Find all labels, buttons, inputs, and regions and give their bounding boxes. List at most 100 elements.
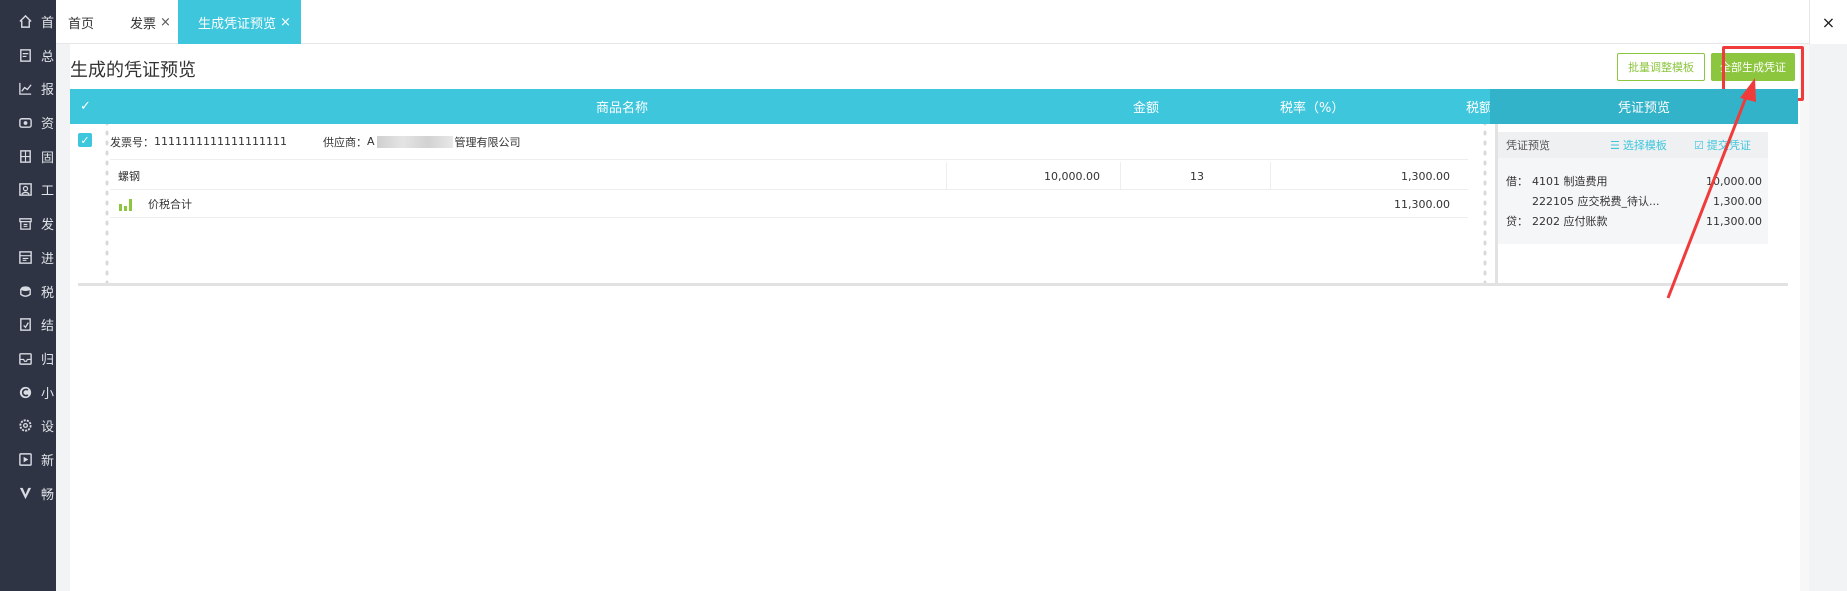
- sidebar-item-mini-program[interactable]: 小: [0, 374, 56, 410]
- column-name: 商品名称: [596, 101, 649, 116]
- close-icon[interactable]: ×: [280, 15, 291, 30]
- total-label: 价税合计: [148, 198, 192, 211]
- sidebar-item-archive[interactable]: 归: [0, 340, 56, 376]
- tax-icon: [17, 283, 33, 299]
- account: 222105 应交税费_待认...: [1532, 195, 1660, 208]
- sidebar-item-label: 固: [41, 150, 55, 166]
- voucher-entry: 贷： 2202 应付账款 11,300.00: [1506, 210, 1762, 232]
- sidebar-item-label: 资: [41, 116, 55, 132]
- sidebar-item-payroll[interactable]: 工: [0, 171, 56, 207]
- column-amount: 金额: [1133, 101, 1160, 116]
- sidebar-item-tax[interactable]: 税: [0, 273, 56, 309]
- sidebar-item-changjie[interactable]: 畅: [0, 475, 56, 511]
- redacted-text: [376, 135, 453, 148]
- voucher-entry: 222105 应交税费_待认... 1,300.00: [1506, 190, 1762, 212]
- sidebar-item-assets[interactable]: 资: [0, 104, 56, 140]
- sidebar-item-inventory[interactable]: 进: [0, 239, 56, 275]
- sidebar-item-label: 归: [41, 352, 55, 368]
- tab-home[interactable]: 首页: [68, 0, 94, 44]
- sidebar-item-home[interactable]: 首: [0, 3, 56, 39]
- close-icon[interactable]: ×: [160, 15, 171, 30]
- payroll-icon: [17, 181, 33, 197]
- sidebar-item-label: 小: [41, 386, 55, 402]
- voucher-entries: 借： 4101 制造费用 10,000.00 222105 应交税费_待认...…: [1498, 158, 1768, 244]
- voucher-preview-title: 凭证预览: [1506, 139, 1550, 152]
- column-voucher-preview: 凭证预览: [1490, 89, 1798, 124]
- table-row[interactable]: 螺钢 10,000.00 13 1,300.00: [110, 162, 1468, 190]
- table-bottom-border: [78, 283, 1788, 286]
- sidebar-item-invoices[interactable]: 发: [0, 205, 56, 241]
- entry-amount: 1,300.00: [1713, 194, 1762, 208]
- sidebar-item-reports[interactable]: 报: [0, 70, 56, 106]
- settings-icon: [17, 417, 33, 433]
- item-name: 螺钢: [118, 170, 140, 183]
- tab-label: 生成凭证预览: [198, 16, 277, 32]
- total-chart-icon: [118, 190, 134, 218]
- entry-amount: 10,000.00: [1706, 174, 1762, 188]
- invoice-info-row: 发票号： 1111111111111111111 供应商： A 管理有限公司: [110, 124, 1468, 160]
- table-row-total: 价税合计 11,300.00: [110, 190, 1468, 218]
- sidebar-item-closing[interactable]: 结: [0, 306, 56, 342]
- tab-bar: 首页 发票 × 生成凭证预览 × ×: [56, 0, 1847, 44]
- window-close-button[interactable]: ×: [1809, 0, 1847, 44]
- supplier-label: 供应商：: [322, 135, 367, 149]
- sidebar-item-label: 畅: [41, 487, 55, 503]
- item-tax-rate: 13: [1190, 169, 1204, 183]
- sidebar-item-label: 进: [41, 251, 55, 267]
- batch-adjust-template-button[interactable]: 批量调整模板: [1617, 53, 1705, 81]
- table-header: ✓ 商品名称 金额 税率（%） 税额 凭证预览: [70, 89, 1798, 124]
- debit-credit-marker: 贷：: [1506, 215, 1528, 228]
- item-amount: 10,000.00: [1044, 169, 1100, 183]
- archive-icon: [17, 350, 33, 366]
- select-template-link[interactable]: ☰ 选择模板: [1610, 132, 1667, 158]
- sidebar-item-new[interactable]: 新: [0, 441, 56, 477]
- asset-icon: [17, 114, 33, 130]
- home-icon: [17, 13, 33, 29]
- invoice-checkbox[interactable]: ✓: [78, 133, 92, 147]
- v-logo-icon: [17, 485, 33, 501]
- voucher-preview: 凭证预览 ☰ 选择模板 ☑ 提交凭证 借： 4101 制造费用 10,000.0…: [1498, 132, 1788, 282]
- mini-program-icon: [17, 384, 33, 400]
- sidebar-item-fixed-assets[interactable]: 固: [0, 138, 56, 174]
- generate-all-vouchers-button[interactable]: 全部生成凭证: [1711, 53, 1795, 81]
- supplier: 供应商： A 管理有限公司: [323, 134, 521, 150]
- inventory-icon: [17, 249, 33, 265]
- building-icon: [17, 148, 33, 164]
- ledger-icon: [17, 47, 33, 63]
- sidebar-item-label: 发: [41, 217, 55, 233]
- account: 2202 应付账款: [1532, 215, 1608, 228]
- column-tax-rate: 税率（%）: [1280, 101, 1345, 116]
- sidebar-item-label: 报: [41, 82, 55, 98]
- sidebar-item-label: 首: [41, 15, 55, 31]
- sidebar-item-label: 结: [41, 318, 55, 334]
- sidebar-item-label: 税: [41, 285, 55, 301]
- sidebar-item-settings[interactable]: 设: [0, 407, 56, 443]
- page-title: 生成的凭证预览: [70, 60, 196, 81]
- invoice-number: 1111111111111111111: [154, 135, 287, 148]
- voucher-preview-header: 凭证预览 ☰ 选择模板 ☑ 提交凭证: [1498, 132, 1768, 158]
- item-tax: 1,300.00: [1401, 169, 1450, 183]
- chart-icon: [17, 80, 33, 96]
- cell-divider: [1120, 162, 1121, 190]
- debit-credit-marker: 借：: [1506, 175, 1528, 188]
- sidebar-item-ledger[interactable]: 总: [0, 37, 56, 73]
- column-tax: 税额: [1466, 101, 1493, 116]
- supplier-suffix: 管理有限公司: [454, 135, 521, 149]
- submit-voucher-link[interactable]: ☑ 提交凭证: [1694, 132, 1751, 158]
- cell-divider: [946, 162, 947, 190]
- tab-invoices[interactable]: 发票 ×: [130, 0, 171, 44]
- entry-amount: 11,300.00: [1706, 214, 1762, 228]
- sidebar-item-label: 设: [41, 419, 55, 435]
- sidebar: 首 总 报 资 固 工 发 进 税 结 归 小 设 新 畅: [0, 0, 56, 591]
- invoice-number-label: 发票号：: [110, 135, 154, 149]
- main-panel: 生成的凭证预览 批量调整模板 全部生成凭证 ✓ 商品名称 金额 税率（%） 税额…: [70, 44, 1804, 591]
- select-template-label: 选择模板: [1622, 139, 1667, 152]
- total-amount: 11,300.00: [1394, 197, 1450, 211]
- tab-voucher-preview[interactable]: 生成凭证预览 ×: [178, 0, 301, 44]
- invoice-icon: [17, 215, 33, 231]
- close-period-icon: [17, 316, 33, 332]
- select-all-checkbox[interactable]: ✓: [80, 89, 91, 124]
- account: 4101 制造费用: [1532, 175, 1608, 188]
- submit-voucher-label: 提交凭证: [1706, 139, 1751, 152]
- new-feature-icon: [17, 451, 33, 467]
